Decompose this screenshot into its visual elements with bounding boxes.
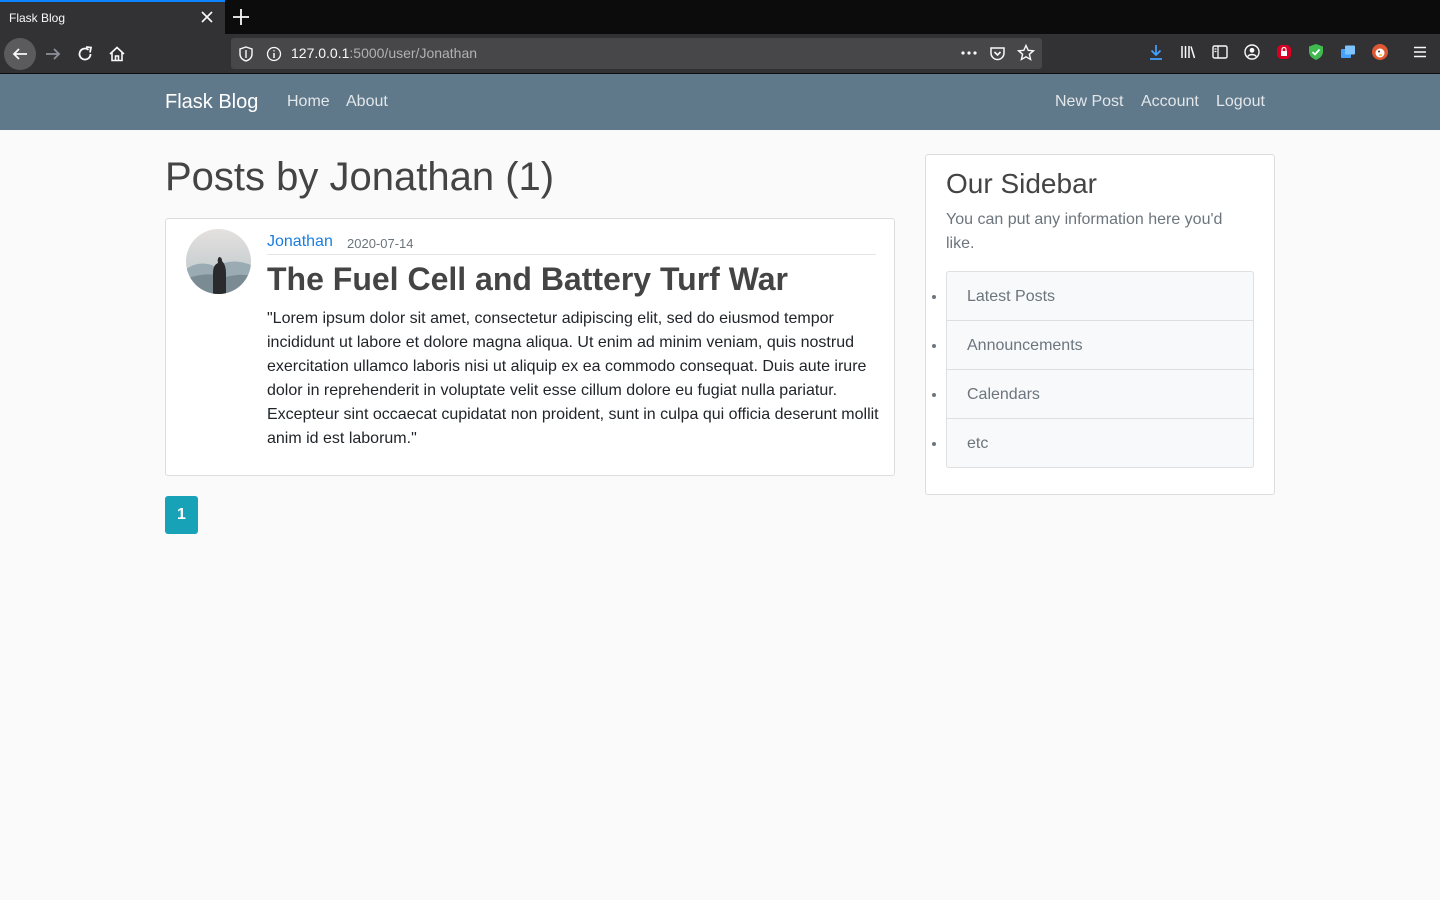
menu-icon[interactable] (1411, 43, 1429, 61)
pagination-page-button[interactable]: 1 (165, 496, 198, 534)
site-info-icon[interactable] (266, 46, 282, 62)
browser-tab-bar: Flask Blog (0, 0, 1440, 34)
url-host: 127.0.0.1 (291, 45, 350, 61)
nav-account-link[interactable]: Account (1141, 93, 1199, 111)
post-author-link[interactable]: Jonathan (267, 233, 333, 251)
forward-arrow-icon (46, 48, 61, 60)
address-bar[interactable]: 127.0.0.1:5000/user/Jonathan (231, 38, 1042, 69)
lock-extension-icon[interactable] (1275, 43, 1293, 61)
shield-extension-icon[interactable] (1307, 43, 1325, 61)
extension-icon[interactable] (1339, 43, 1357, 61)
site-navbar: Flask Blog Home About New Post Account L… (0, 74, 1440, 130)
post-date: 2020-07-14 (347, 236, 414, 251)
duckduckgo-icon[interactable] (1371, 43, 1389, 61)
sidebar-icon[interactable] (1211, 43, 1229, 61)
page-actions-icon[interactable] (960, 45, 978, 61)
post-title-link[interactable]: The Fuel Cell and Battery Turf War (267, 261, 788, 298)
close-tab-icon[interactable] (199, 9, 215, 25)
sidebar-title: Our Sidebar (946, 168, 1097, 199)
tab-title: Flask Blog (9, 11, 66, 25)
nav-logout-link[interactable]: Logout (1216, 93, 1265, 111)
sidebar-item-latest-posts[interactable]: Latest Posts (947, 272, 1253, 321)
nav-home-link[interactable]: Home (287, 93, 330, 111)
nav-about-link[interactable]: About (346, 93, 388, 111)
page-title: Posts by Jonathan (1) (165, 155, 555, 199)
forward-button[interactable] (37, 38, 69, 70)
url-text[interactable]: 127.0.0.1:5000/user/Jonathan (291, 45, 477, 61)
back-button[interactable] (4, 38, 36, 70)
home-button[interactable] (101, 38, 133, 70)
new-tab-icon[interactable] (230, 6, 252, 28)
post-card: Jonathan 2020-07-14 The Fuel Cell and Ba… (165, 218, 895, 476)
brand-link[interactable]: Flask Blog (165, 91, 258, 114)
pocket-icon[interactable] (989, 45, 1006, 62)
sidebar-item-announcements[interactable]: Announcements (947, 321, 1253, 370)
bookmark-star-icon[interactable] (1017, 44, 1035, 62)
download-icon[interactable] (1147, 43, 1165, 61)
sidebar-item-etc[interactable]: etc (947, 419, 1253, 467)
reload-icon (78, 46, 93, 61)
sidebar-description: You can put any information here you'd l… (946, 211, 1223, 252)
author-avatar (186, 229, 251, 294)
nav-new-post-link[interactable]: New Post (1055, 93, 1123, 111)
browser-tab[interactable]: Flask Blog (0, 0, 225, 34)
sidebar-item-calendars[interactable]: Calendars (947, 370, 1253, 419)
sidebar-list: Latest Posts Announcements Calendars etc (946, 271, 1254, 468)
sidebar: Our Sidebar You can put any information … (925, 154, 1275, 495)
home-icon (109, 46, 125, 62)
tracking-shield-icon[interactable] (239, 46, 253, 62)
library-icon[interactable] (1179, 43, 1197, 61)
url-path: :5000/user/Jonathan (349, 45, 478, 61)
post-content: "Lorem ipsum dolor sit amet, consectetur… (267, 310, 879, 447)
back-arrow-icon (12, 48, 27, 60)
browser-toolbar: 127.0.0.1:5000/user/Jonathan (0, 34, 1440, 74)
reload-button[interactable] (69, 38, 101, 70)
post-meta: Jonathan 2020-07-14 (267, 231, 876, 255)
account-icon[interactable] (1243, 43, 1261, 61)
